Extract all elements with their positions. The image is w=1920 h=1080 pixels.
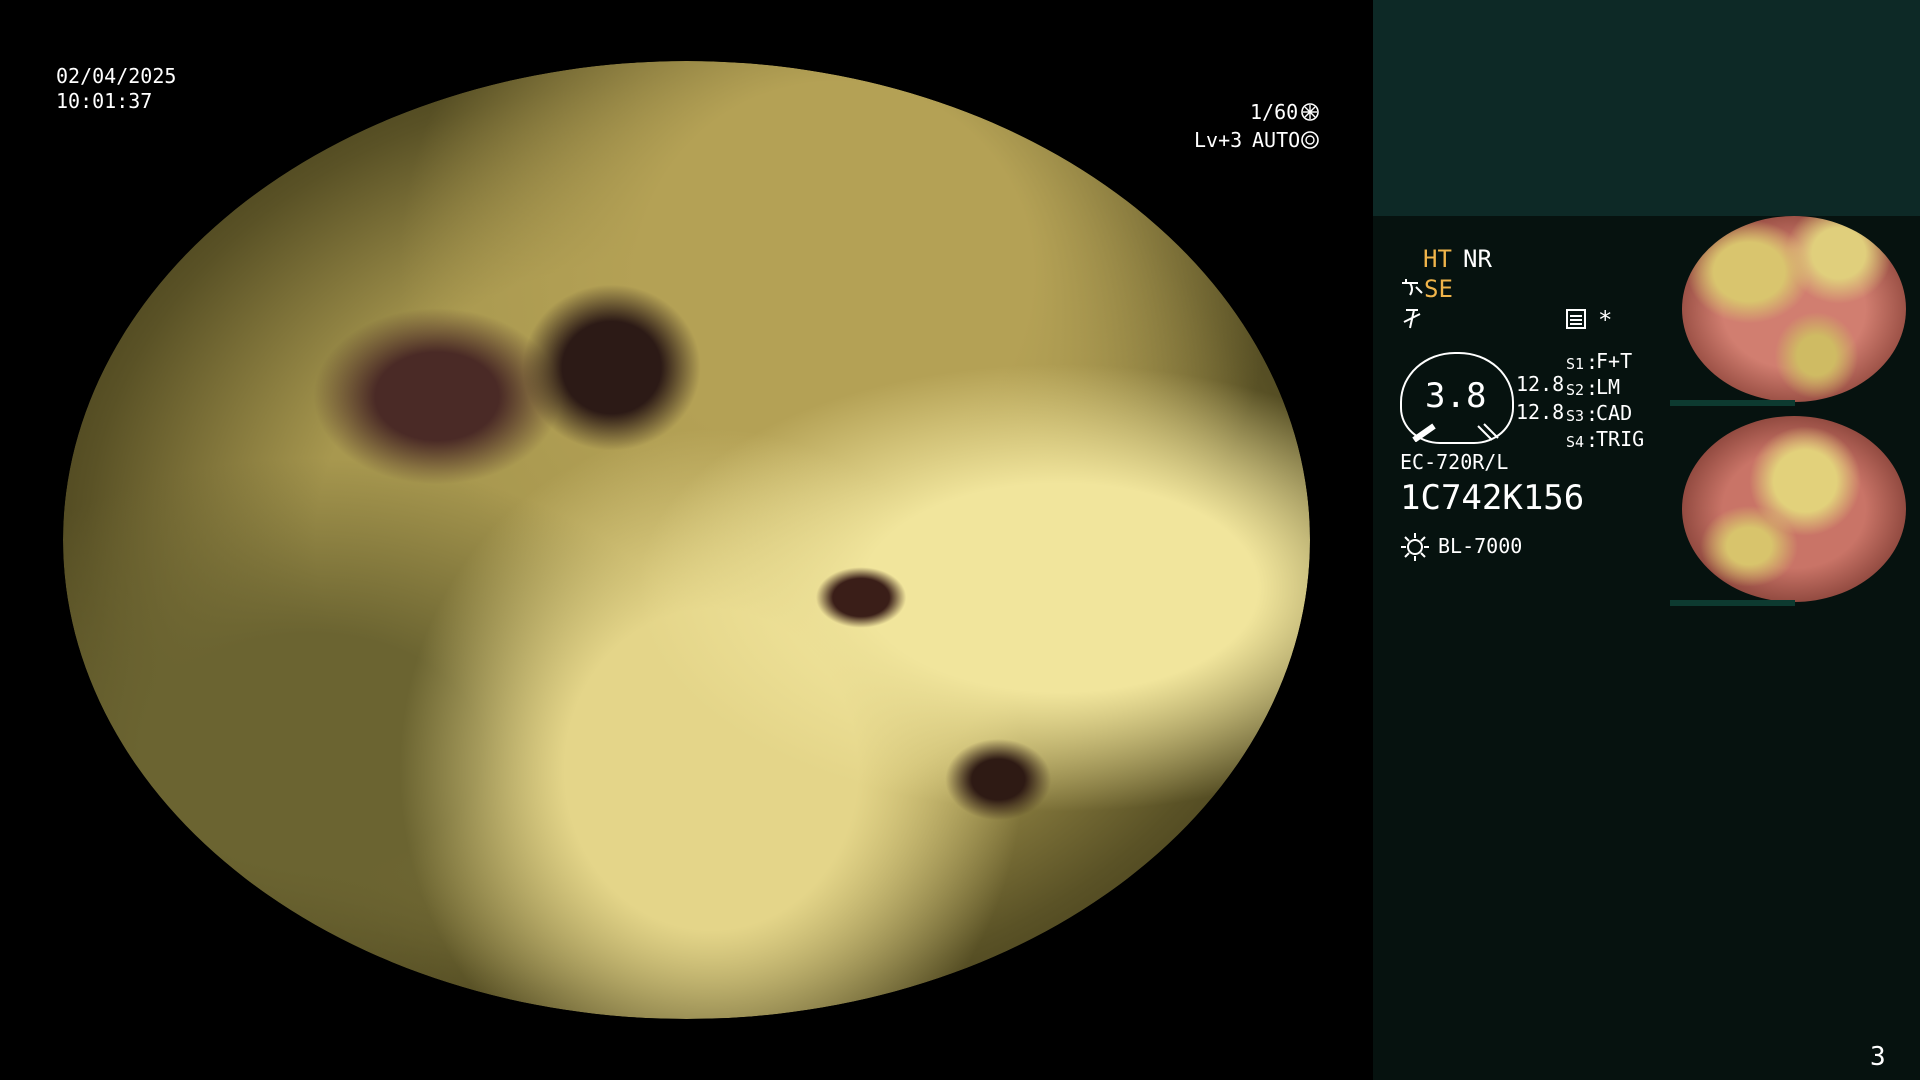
- s4-label: S4: [1566, 433, 1585, 451]
- s1-label: S1: [1566, 355, 1585, 373]
- date-label: 02/04/2025: [56, 64, 177, 88]
- s1-value: F+T: [1596, 349, 1633, 373]
- thumbnail-bar: [1670, 400, 1795, 406]
- endoscope-image: [63, 61, 1310, 1019]
- scope-mask-top: [63, 0, 1310, 61]
- shutter-label: 1/60: [1250, 100, 1299, 124]
- nr-indicator: NR: [1463, 245, 1492, 273]
- level-label: Lv+3: [1194, 128, 1243, 152]
- asterisk-indicator: *: [1598, 306, 1613, 334]
- iris-icon: [1301, 131, 1319, 149]
- light-source-label: BL-7000: [1438, 534, 1523, 558]
- scope-model: EC-720R/L: [1400, 450, 1509, 474]
- captured-thumbnail-1[interactable]: [1670, 216, 1918, 406]
- color-mode-icon: [1403, 309, 1421, 329]
- thumbnail-image: [1682, 416, 1906, 602]
- gauge-bottom-value: 12.8: [1516, 400, 1565, 424]
- page-number: 3: [1870, 1042, 1886, 1072]
- gauge-value: 3.8: [1425, 376, 1487, 416]
- captured-thumbnail-2[interactable]: [1670, 416, 1918, 606]
- s2-label: S2: [1566, 381, 1585, 399]
- scope-serial: 1C742K156: [1400, 478, 1585, 518]
- auto-label: AUTO: [1252, 128, 1301, 152]
- time-label: 10:01:37: [56, 89, 153, 113]
- s4-value: TRIG: [1596, 427, 1645, 451]
- s2-value: LM: [1596, 375, 1621, 399]
- thumbnail-image: [1682, 216, 1906, 402]
- endoscope-live-view: [63, 61, 1310, 1019]
- gauge-top-value: 12.8: [1516, 372, 1565, 396]
- scope-mask-bottom: [63, 1019, 1310, 1080]
- ht-indicator: HT: [1423, 245, 1452, 273]
- s3-label: S3: [1566, 407, 1585, 425]
- gauge-needles-icon: [1412, 423, 1499, 442]
- structure-enhance-icon: [1402, 279, 1423, 296]
- record-settings-icon: [1566, 309, 1586, 329]
- s3-value: CAD: [1596, 401, 1633, 425]
- shutter-icon: [1301, 103, 1319, 121]
- se-indicator: SE: [1424, 275, 1453, 303]
- thumbnail-bar: [1670, 600, 1795, 606]
- side-panel-header: [1373, 0, 1920, 216]
- light-source-icon: [1401, 533, 1429, 561]
